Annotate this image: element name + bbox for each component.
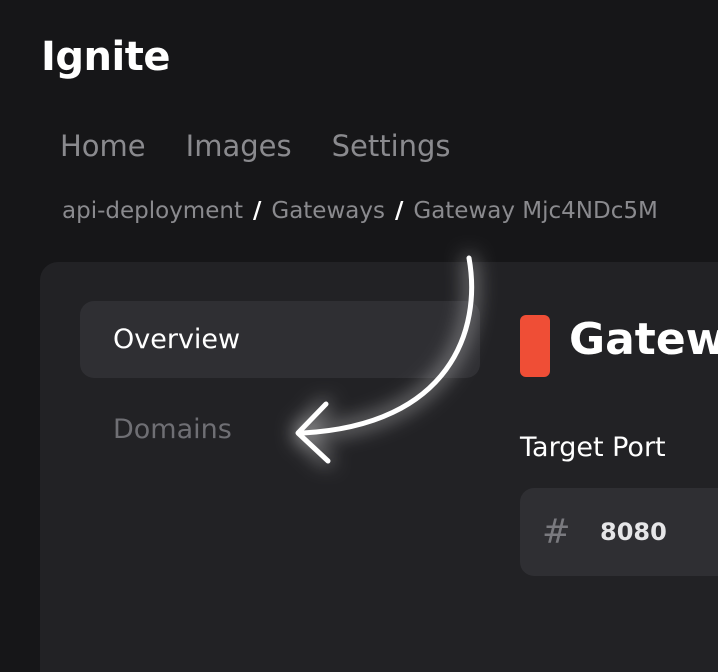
target-port-field[interactable]: # 8080	[520, 488, 718, 576]
breadcrumb-gateway-current[interactable]: Gateway Mjc4NDc5M	[413, 196, 657, 226]
app-title: Ignite	[41, 34, 170, 80]
nav-home[interactable]: Home	[60, 128, 146, 164]
sidebar-item-label: Overview	[113, 324, 241, 355]
breadcrumb-separator: /	[252, 198, 262, 224]
sidebar-item-label: Domains	[113, 414, 232, 445]
gateway-color-chip	[520, 315, 550, 377]
breadcrumb-deployment[interactable]: api-deployment	[62, 196, 243, 226]
sidebar-item-overview[interactable]: Overview	[80, 301, 480, 378]
hash-icon: #	[542, 512, 571, 552]
gateway-title: Gatew	[569, 314, 718, 365]
sidebar-item-domains[interactable]: Domains	[80, 391, 480, 468]
breadcrumb: api-deployment / Gateways / Gateway Mjc4…	[62, 196, 658, 226]
app-window: Ignite Home Images Settings api-deployme…	[0, 0, 718, 672]
nav-images[interactable]: Images	[186, 128, 292, 164]
target-port-value: 8080	[600, 518, 667, 546]
target-port-label: Target Port	[520, 432, 666, 463]
content-panel: Overview Domains Gatew Target Port # 808…	[40, 262, 718, 672]
top-nav: Home Images Settings	[60, 128, 451, 164]
breadcrumb-gateways[interactable]: Gateways	[271, 196, 385, 226]
nav-settings[interactable]: Settings	[332, 128, 451, 164]
breadcrumb-separator: /	[394, 198, 404, 224]
